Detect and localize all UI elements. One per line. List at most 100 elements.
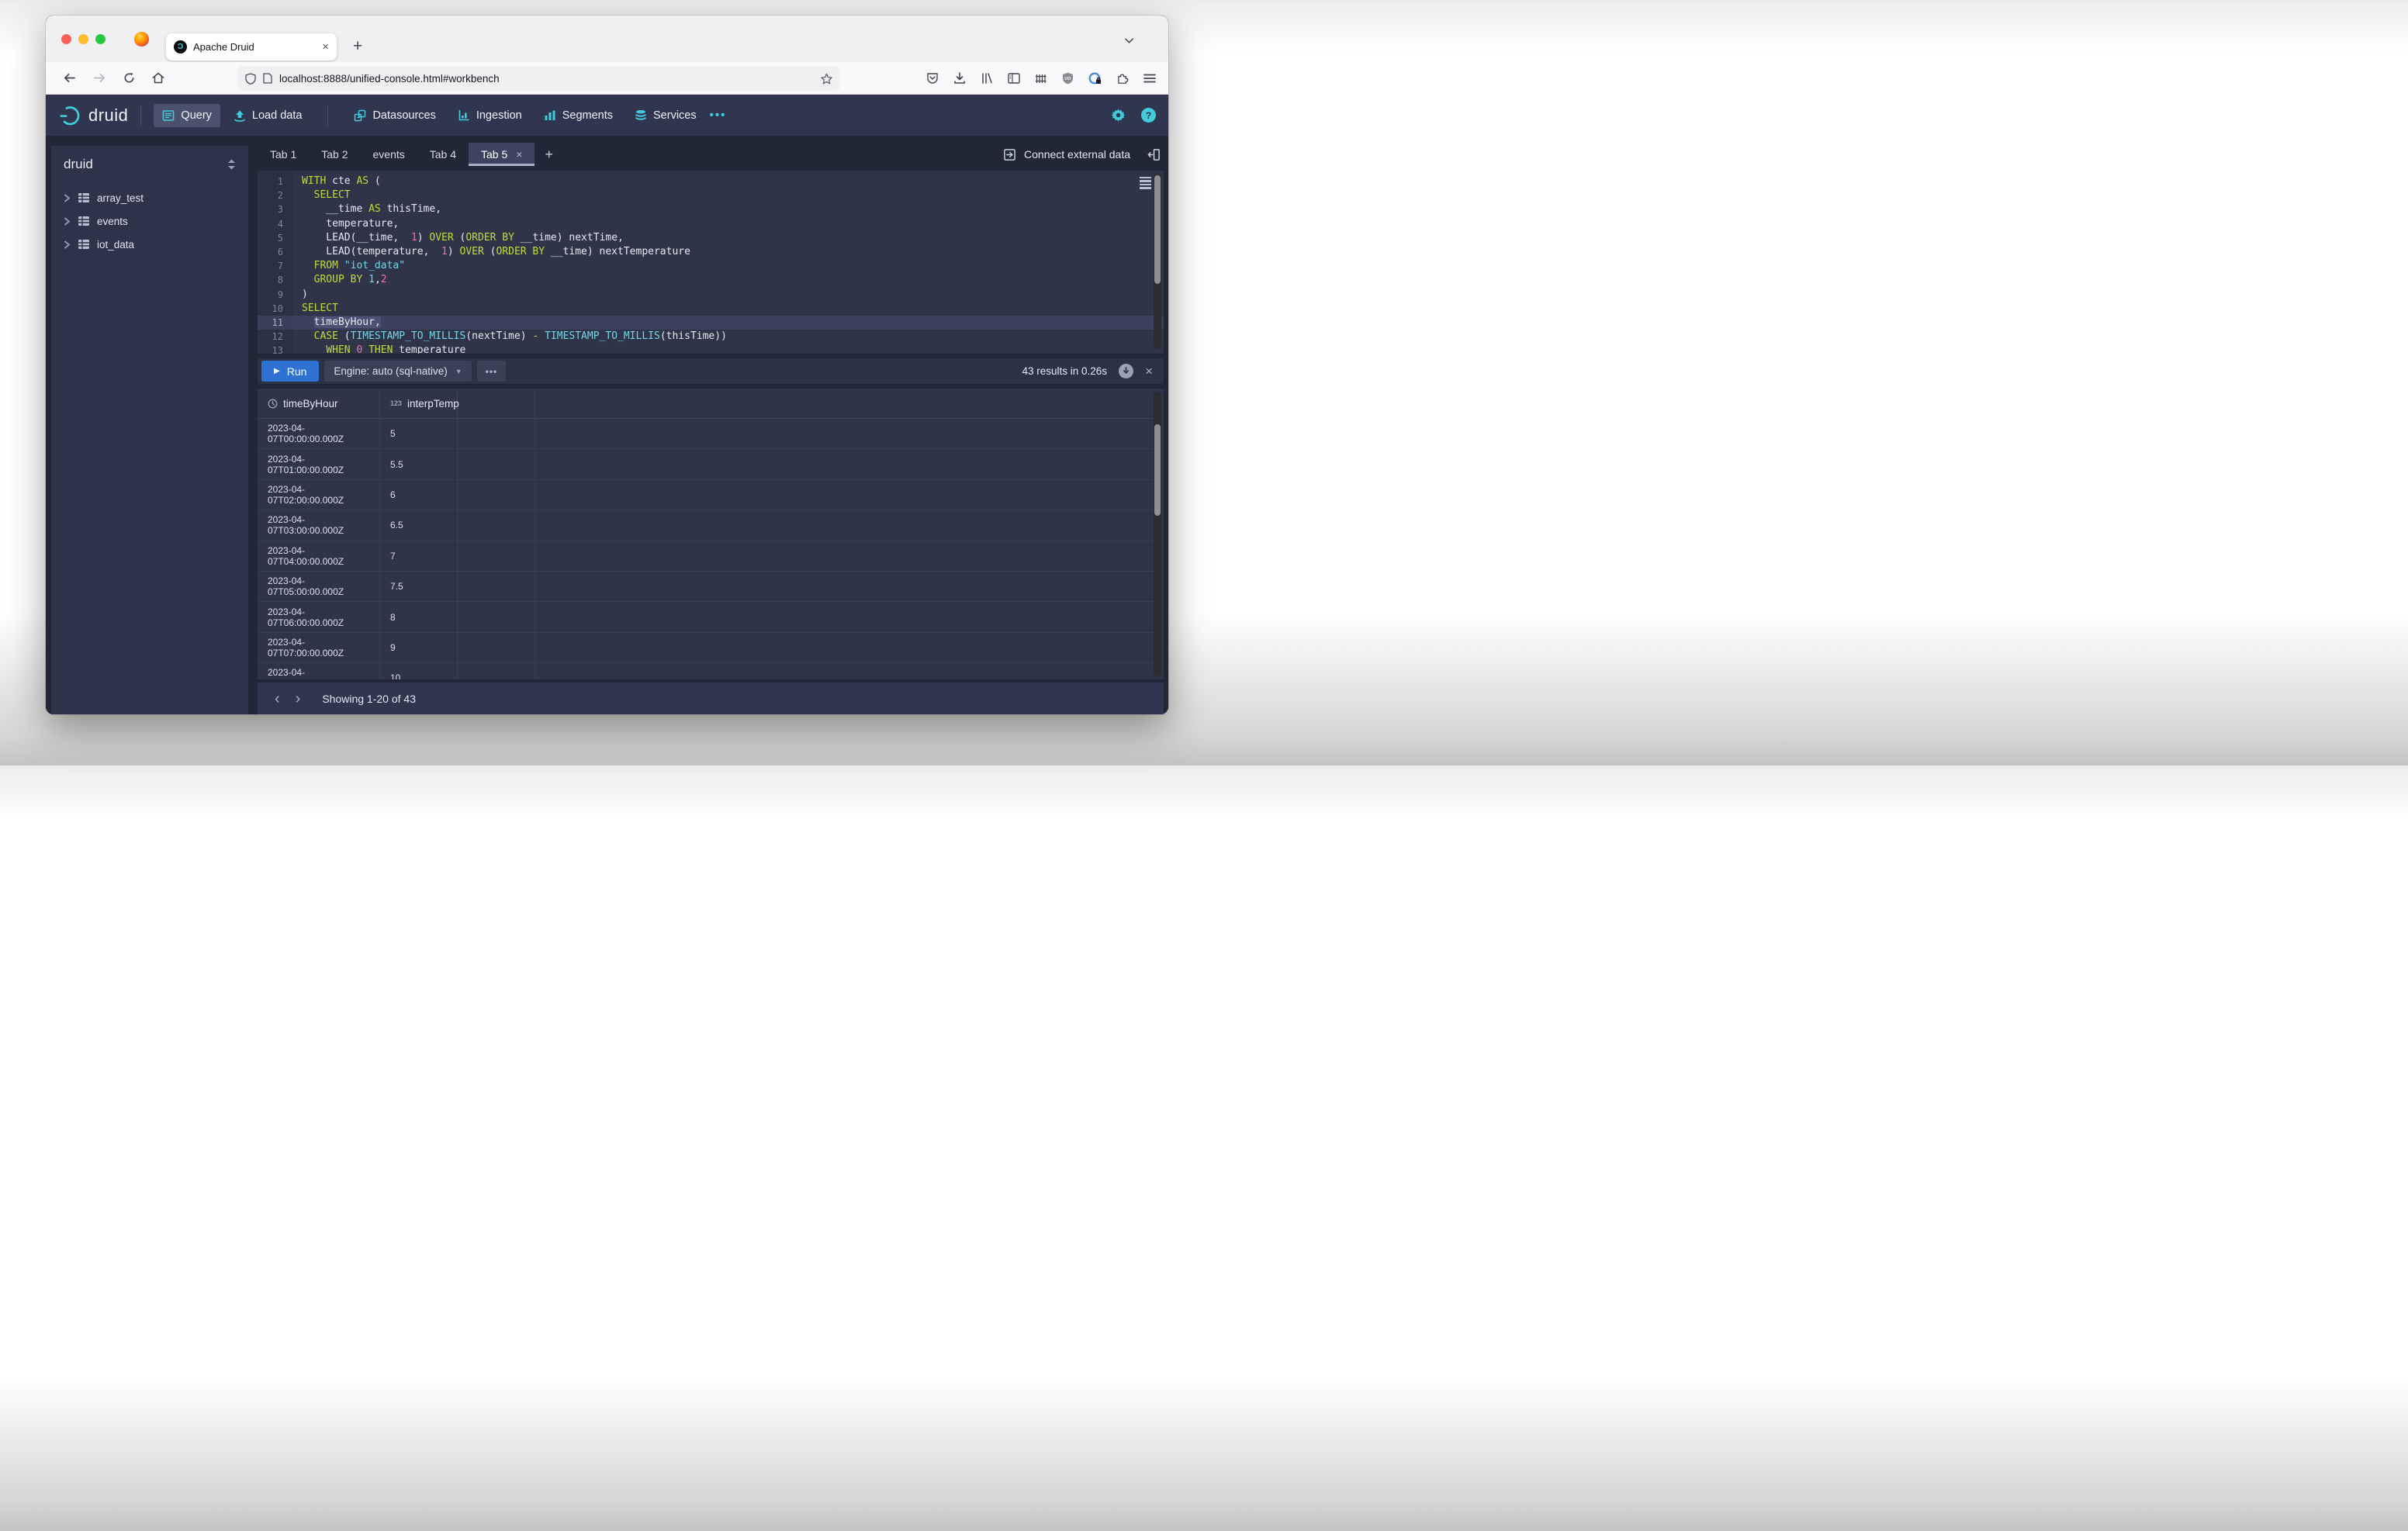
nav-item-datasources[interactable]: Datasources (345, 104, 444, 127)
help-icon[interactable]: ? (1141, 108, 1156, 123)
code-line-4[interactable]: temperature, (293, 217, 1164, 231)
run-button[interactable]: ▶ Run (261, 361, 319, 382)
cell-timeByHour[interactable]: 2023-04-07T00:00:00.000Z (258, 419, 380, 448)
table-row[interactable]: 2023-04-07T02:00:00.000Z6 (258, 480, 1164, 510)
code-line-1[interactable]: WITH cte AS ( (293, 175, 1164, 188)
code-line-5[interactable]: LEAD(__time, 1) OVER (ORDER BY __time) n… (293, 231, 1164, 245)
cell-timeByHour[interactable]: 2023-04-07T04:00:00.000Z (258, 541, 380, 571)
cell-interpTemp[interactable]: 8 (380, 602, 458, 631)
cell-interpTemp[interactable]: 6.5 (380, 510, 458, 540)
pocket-icon[interactable] (926, 72, 939, 85)
code-line-2[interactable]: SELECT (293, 188, 1164, 202)
engine-select[interactable]: Engine: auto (sql-native) ▼ (324, 361, 471, 382)
table-row[interactable]: 2023-04-07T03:00:00.000Z6.5 (258, 510, 1164, 541)
cell-timeByHour[interactable]: 2023-04-07T07:00:00.000Z (258, 633, 380, 662)
menu-hamburger-icon[interactable] (1143, 73, 1156, 84)
column-header-interpTemp[interactable]: 123interpTemp (380, 389, 458, 418)
table-row[interactable]: 2023-04-07T06:00:00.000Z8 (258, 602, 1164, 632)
nav-item-services[interactable]: Services (626, 104, 705, 127)
downloads-icon[interactable] (953, 72, 966, 85)
expand-chevron-icon[interactable] (64, 194, 71, 202)
code-line-10[interactable]: SELECT (293, 302, 1164, 316)
back-button[interactable] (63, 72, 76, 84)
cell-timeByHour[interactable]: 2023-04-07T05:00:00.000Z (258, 572, 380, 601)
code-line-13[interactable]: WHEN 0 THEN temperature (293, 344, 1164, 354)
schema-table-events[interactable]: events (64, 209, 236, 233)
connect-external-data-button[interactable]: Connect external data (1024, 148, 1130, 161)
table-row[interactable]: 2023-04-07T00:00:00.000Z5 (258, 419, 1164, 449)
url-text[interactable]: localhost:8888/unified-console.html#work… (279, 73, 814, 85)
query-more-button[interactable]: ••• (477, 361, 507, 382)
cell-interpTemp[interactable]: 7 (380, 541, 458, 571)
forward-button[interactable] (93, 72, 106, 84)
close-window-button[interactable] (61, 34, 71, 44)
table-row[interactable]: 2023-04-07T07:00:00.000Z9 (258, 633, 1164, 663)
settings-gear-icon[interactable] (1111, 108, 1126, 123)
query-tab-events[interactable]: events (361, 143, 417, 166)
code-line-8[interactable]: GROUP BY 1,2 (293, 273, 1164, 287)
cell-interpTemp[interactable]: 7.5 (380, 572, 458, 601)
extensions-puzzle-icon[interactable] (1116, 72, 1129, 85)
cell-interpTemp[interactable]: 5.5 (380, 449, 458, 479)
nav-item-load-data[interactable]: Load data (225, 104, 311, 127)
cell-interpTemp[interactable]: 9 (380, 633, 458, 662)
cell-timeByHour[interactable]: 2023-04-07T03:00:00.000Z (258, 510, 380, 540)
druid-logo-icon[interactable] (58, 104, 81, 127)
cell-timeByHour[interactable]: 2023-04-07T02:00:00.000Z (258, 480, 380, 510)
privacy-lock-icon[interactable] (1088, 72, 1102, 85)
column-header-timeByHour[interactable]: timeByHour (258, 389, 380, 418)
table-row[interactable]: 2023-04-07T04:00:00.000Z7 (258, 541, 1164, 572)
editor-scrollbar[interactable] (1154, 174, 1161, 349)
code-line-7[interactable]: FROM "iot_data" (293, 259, 1164, 273)
expand-chevron-icon[interactable] (64, 240, 71, 249)
schema-table-iot_data[interactable]: iot_data (64, 233, 236, 256)
query-tab-tab-5[interactable]: Tab 5× (469, 143, 535, 166)
cell-timeByHour[interactable]: 2023-04-07T06:00:00.000Z (258, 602, 380, 631)
home-button[interactable] (152, 72, 164, 84)
download-results-icon[interactable] (1119, 364, 1133, 378)
more-nav-items-button[interactable]: ••• (710, 109, 727, 122)
schema-table-array_test[interactable]: array_test (64, 186, 236, 209)
query-tab-tab-2[interactable]: Tab 2 (309, 143, 360, 166)
sort-icon[interactable] (227, 159, 236, 170)
nav-item-ingestion[interactable]: Ingestion (449, 104, 531, 127)
code-line-12[interactable]: CASE (TIMESTAMP_TO_MILLIS(nextTime) - TI… (293, 330, 1164, 344)
new-tab-button[interactable]: + (353, 37, 362, 56)
druid-brand[interactable]: druid (88, 105, 128, 126)
cell-interpTemp[interactable]: 6 (380, 480, 458, 510)
cell-interpTemp[interactable]: 5 (380, 419, 458, 448)
query-tab-tab-1[interactable]: Tab 1 (258, 143, 309, 166)
results-scrollbar[interactable] (1154, 392, 1161, 676)
cell-interpTemp[interactable]: 10 (380, 663, 458, 679)
next-page-button[interactable]: › (288, 691, 309, 707)
nav-item-query[interactable]: Query (154, 104, 220, 127)
page-info-icon[interactable] (263, 73, 272, 84)
url-bar[interactable]: localhost:8888/unified-console.html#work… (237, 66, 840, 91)
code-line-3[interactable]: __time AS thisTime, (293, 202, 1164, 216)
cell-timeByHour[interactable]: 2023-04-07T01:00:00.000Z (258, 449, 380, 479)
bookmark-star-icon[interactable] (821, 73, 832, 85)
zoom-window-button[interactable] (95, 34, 106, 44)
containers-fence-icon[interactable] (1035, 73, 1047, 85)
code-line-11[interactable]: timeByHour, (293, 316, 1164, 330)
browser-tab-apache-druid[interactable]: Ɔ Apache Druid × (166, 33, 337, 60)
table-row[interactable]: 2023-04-07T05:00:00.000Z7.5 (258, 572, 1164, 602)
table-row[interactable]: 2023-04-07T08:00:00.000Z10 (258, 663, 1164, 679)
ublock-origin-icon[interactable]: UO (1062, 72, 1074, 85)
code-line-9[interactable]: ) (293, 288, 1164, 302)
library-icon[interactable] (981, 72, 993, 85)
close-results-icon[interactable]: × (1145, 364, 1153, 379)
reload-button[interactable] (123, 72, 135, 84)
permissions-shield-icon[interactable] (245, 73, 256, 85)
nav-item-segments[interactable]: Segments (535, 104, 621, 127)
sidebar-icon[interactable] (1008, 73, 1020, 84)
expand-chevron-icon[interactable] (64, 217, 71, 226)
open-side-panel-icon[interactable] (1147, 148, 1161, 161)
previous-page-button[interactable]: ‹ (267, 691, 288, 707)
sql-editor[interactable]: 12345678910111213 WITH cte AS ( SELECT _… (258, 171, 1164, 354)
close-tab-icon[interactable]: × (516, 148, 522, 161)
editor-menu-icon[interactable] (1140, 177, 1151, 189)
add-query-tab-button[interactable]: + (535, 143, 563, 166)
code-line-6[interactable]: LEAD(temperature, 1) OVER (ORDER BY __ti… (293, 245, 1164, 259)
list-all-tabs-icon[interactable] (1124, 36, 1134, 46)
